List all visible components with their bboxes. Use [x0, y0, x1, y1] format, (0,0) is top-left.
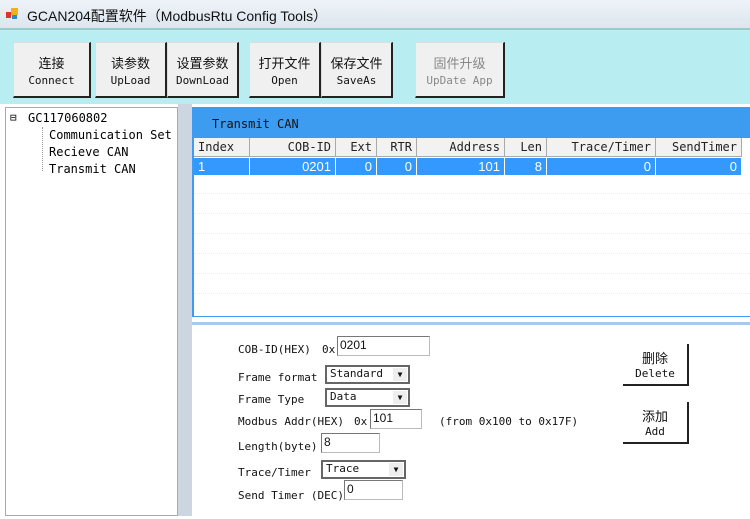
frame-type-label: Frame Type — [238, 393, 305, 406]
tree-line — [42, 127, 43, 171]
delete-button[interactable]: 删除 Delete — [623, 344, 689, 386]
grid-line — [194, 253, 750, 254]
button-sublabel: SaveAs — [336, 74, 377, 87]
add-button[interactable]: 添加 Add — [623, 402, 689, 444]
frame-type-select[interactable]: Data ▼ — [325, 388, 410, 407]
length-label: Length(byte) — [238, 440, 318, 453]
button-label: 保存文件 — [330, 56, 383, 71]
collapse-icon[interactable]: ⊟ — [10, 111, 17, 124]
cobid-prefix: 0x — [322, 343, 336, 356]
modbus-addr-input[interactable]: 101 — [370, 409, 422, 429]
selected-value: Standard — [330, 367, 383, 380]
chevron-down-icon[interactable]: ▼ — [389, 463, 403, 476]
button-label: 打开文件 — [258, 56, 311, 71]
upload-button[interactable]: 读参数 UpLoad — [95, 42, 167, 98]
tree-root[interactable]: GC117060802 — [28, 111, 107, 125]
cell: 0201 — [250, 158, 336, 175]
trace-timer-label: Trace/Timer — [238, 466, 311, 479]
col-ext[interactable]: Ext — [336, 138, 377, 157]
splitter[interactable] — [178, 104, 192, 516]
col-index[interactable]: Index — [194, 138, 250, 157]
panel-title: Transmit CAN — [212, 117, 299, 131]
col-cob-id[interactable]: COB-ID — [250, 138, 336, 157]
chevron-down-icon[interactable]: ▼ — [393, 368, 407, 381]
button-sublabel: Add — [645, 425, 665, 438]
saveas-button[interactable]: 保存文件 SaveAs — [321, 42, 393, 98]
table-header: Index COB-ID Ext RTR Address Len Trace/T… — [194, 138, 742, 157]
transmit-table: Index COB-ID Ext RTR Address Len Trace/T… — [192, 138, 750, 316]
button-label: 设置参数 — [176, 56, 229, 71]
col-address[interactable]: Address — [417, 138, 505, 157]
button-label: 添加 — [641, 409, 668, 424]
col-rtr[interactable]: RTR — [377, 138, 417, 157]
modbus-range-hint: (from 0x100 to 0x17F) — [439, 415, 579, 428]
button-sublabel: DownLoad — [176, 74, 229, 87]
cobid-label: COB-ID(HEX) — [238, 343, 311, 356]
grid-line — [194, 233, 750, 234]
trace-timer-select[interactable]: Trace ▼ — [321, 460, 406, 479]
window-title: GCAN204配置软件（ModbusRtu Config Tools） — [27, 8, 328, 24]
tree-item-recieve-can[interactable]: Recieve CAN — [49, 145, 128, 159]
button-label: 固件升级 — [433, 56, 486, 71]
col-trace-timer[interactable]: Trace/Timer — [547, 138, 656, 157]
tree-item-communication-set[interactable]: Communication Set — [49, 128, 172, 142]
col-sendtimer[interactable]: SendTimer — [656, 138, 742, 157]
button-sublabel: UpLoad — [110, 74, 151, 87]
cell: 0 — [547, 158, 656, 175]
button-label: 删除 — [641, 351, 668, 366]
selected-value: Data — [330, 390, 357, 403]
button-label: 连接 — [38, 56, 65, 71]
length-input[interactable]: 8 — [321, 433, 380, 453]
modbus-prefix: 0x — [354, 415, 368, 428]
col-len[interactable]: Len — [505, 138, 547, 157]
app-icon — [6, 8, 18, 19]
cell: 0 — [656, 158, 742, 175]
device-tree: ⊟ GC117060802 Communication Set Recieve … — [5, 107, 178, 516]
button-sublabel: Open — [271, 74, 298, 87]
update-app-button[interactable]: 固件升级 UpDate App — [415, 42, 505, 98]
selected-value: Trace — [326, 462, 360, 475]
transmit-form: COB-ID(HEX) 0x 0201 Frame format Standar… — [192, 322, 750, 519]
grid-line — [194, 273, 750, 274]
title-bar: GCAN204配置软件（ModbusRtu Config Tools） — [0, 0, 750, 28]
button-sublabel: Connect — [28, 74, 75, 87]
modbus-addr-label: Modbus Addr(HEX) — [238, 415, 344, 428]
button-sublabel: UpDate App — [426, 74, 493, 87]
connect-button[interactable]: 连接 Connect — [13, 42, 91, 98]
send-timer-input[interactable]: 0 — [344, 480, 403, 500]
button-label: 读参数 — [110, 56, 150, 71]
chevron-down-icon[interactable]: ▼ — [393, 391, 407, 404]
cell: 8 — [505, 158, 547, 175]
download-button[interactable]: 设置参数 DownLoad — [167, 42, 239, 98]
cell: 101 — [417, 158, 505, 175]
frame-format-select[interactable]: Standard ▼ — [325, 365, 410, 384]
open-button[interactable]: 打开文件 Open — [249, 42, 321, 98]
button-sublabel: Delete — [635, 367, 675, 380]
frame-format-label: Frame format — [238, 371, 318, 384]
grid-line — [194, 193, 750, 194]
cell: 0 — [336, 158, 377, 175]
grid-line — [194, 293, 750, 294]
toolbar: 连接 Connect 读参数 UpLoad 设置参数 DownLoad 打开文件 Ope… — [0, 28, 750, 104]
cell: 0 — [377, 158, 417, 175]
grid-line — [194, 213, 750, 214]
table-row[interactable]: 1 0201 0 0 101 8 0 0 — [194, 158, 742, 175]
send-timer-label: Send Timer (DEC) — [238, 489, 344, 502]
cell: 1 — [194, 158, 250, 175]
cobid-input[interactable]: 0201 — [337, 336, 430, 356]
tree-item-transmit-can[interactable]: Transmit CAN — [49, 162, 136, 176]
